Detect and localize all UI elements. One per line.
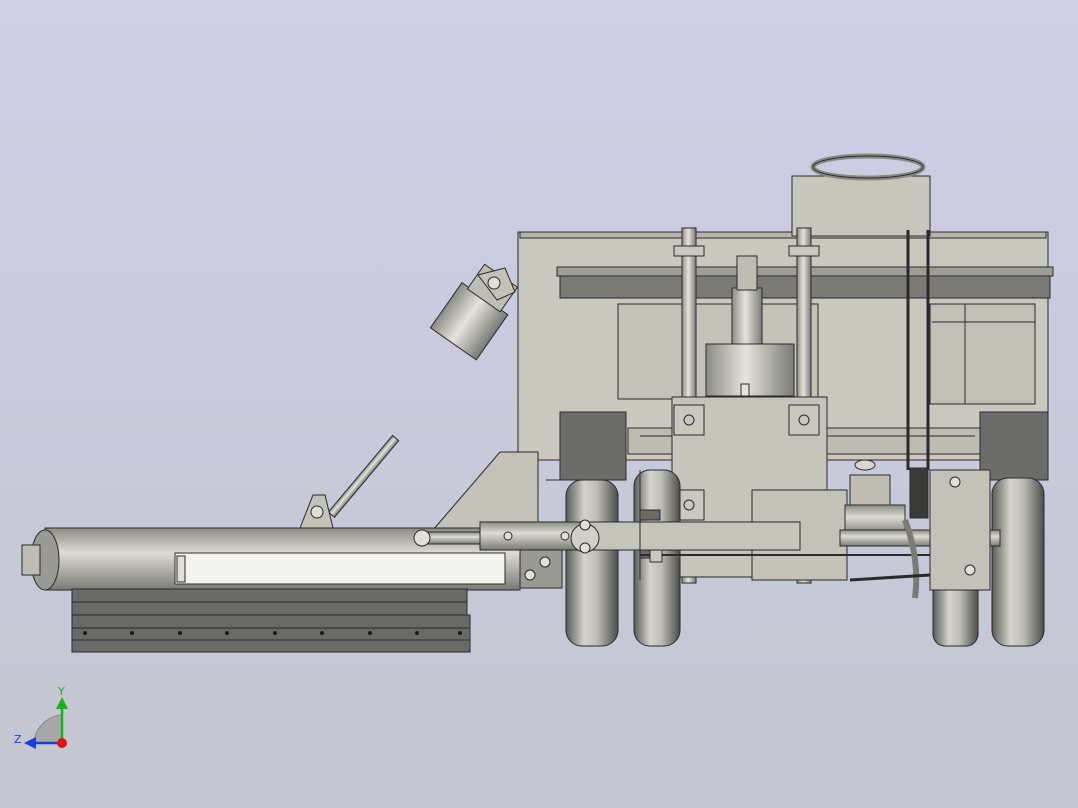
x-axis-dot xyxy=(57,738,67,748)
triad-arc xyxy=(33,714,63,744)
cad-graphics-viewport[interactable]: Y Z xyxy=(0,0,1078,808)
y-axis-label: Y xyxy=(57,685,65,698)
coordinate-triad: Y Z xyxy=(14,685,68,749)
wheel-front-left xyxy=(565,479,619,647)
control-tower xyxy=(791,175,931,237)
z-axis-arrow xyxy=(24,737,36,749)
machine-assembly-model[interactable] xyxy=(0,0,1078,808)
frame-top-rail xyxy=(519,231,1047,239)
front-roller-slot xyxy=(174,552,506,585)
push-arm xyxy=(579,521,801,551)
y-axis-arrow xyxy=(56,697,68,709)
z-axis-label: Z xyxy=(14,733,22,746)
left-drive-box xyxy=(559,411,627,481)
wheel-rear-right xyxy=(991,477,1045,647)
control-lever[interactable] xyxy=(327,434,400,518)
right-panel xyxy=(929,303,1036,405)
